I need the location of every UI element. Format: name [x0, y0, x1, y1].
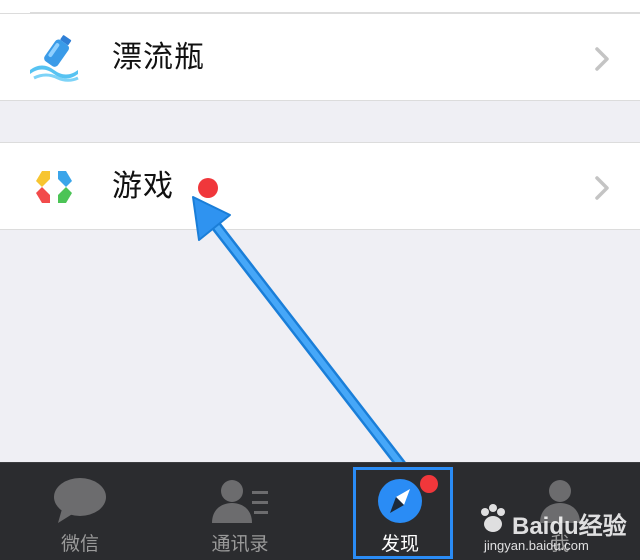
chevron-right-icon [595, 176, 609, 200]
contacts-icon [212, 480, 268, 523]
tab-me[interactable]: 我 [480, 463, 640, 560]
compass-icon [378, 479, 422, 523]
tab-contacts-label: 通讯录 [211, 533, 269, 555]
tab-discover-label: 发现 [380, 533, 419, 555]
profile-icon [540, 480, 580, 523]
tab-me-label: 我 [550, 533, 570, 555]
tab-chats[interactable]: 微信 [0, 463, 160, 560]
game-label: 游戏 [112, 169, 174, 204]
tab-chats-label: 微信 [60, 533, 99, 555]
drift-bottle-icon [30, 35, 79, 82]
chat-bubble-icon [54, 478, 106, 523]
tab-discover[interactable]: 发现 [320, 463, 480, 560]
list-item-game[interactable]: 游戏 [0, 142, 640, 230]
game-icon [36, 171, 72, 203]
new-notification-dot [198, 178, 218, 198]
bottom-tab-bar: 微信 通讯录 发现 我 [0, 462, 640, 560]
tab-contacts[interactable]: 通讯录 [160, 463, 320, 560]
drift-bottle-label: 漂流瓶 [112, 40, 205, 75]
list-item-drift-bottle[interactable]: 漂流瓶 [0, 13, 640, 101]
previous-list-cell [0, 0, 640, 13]
tab-discover-badge [420, 475, 438, 493]
chevron-right-icon [595, 47, 609, 71]
